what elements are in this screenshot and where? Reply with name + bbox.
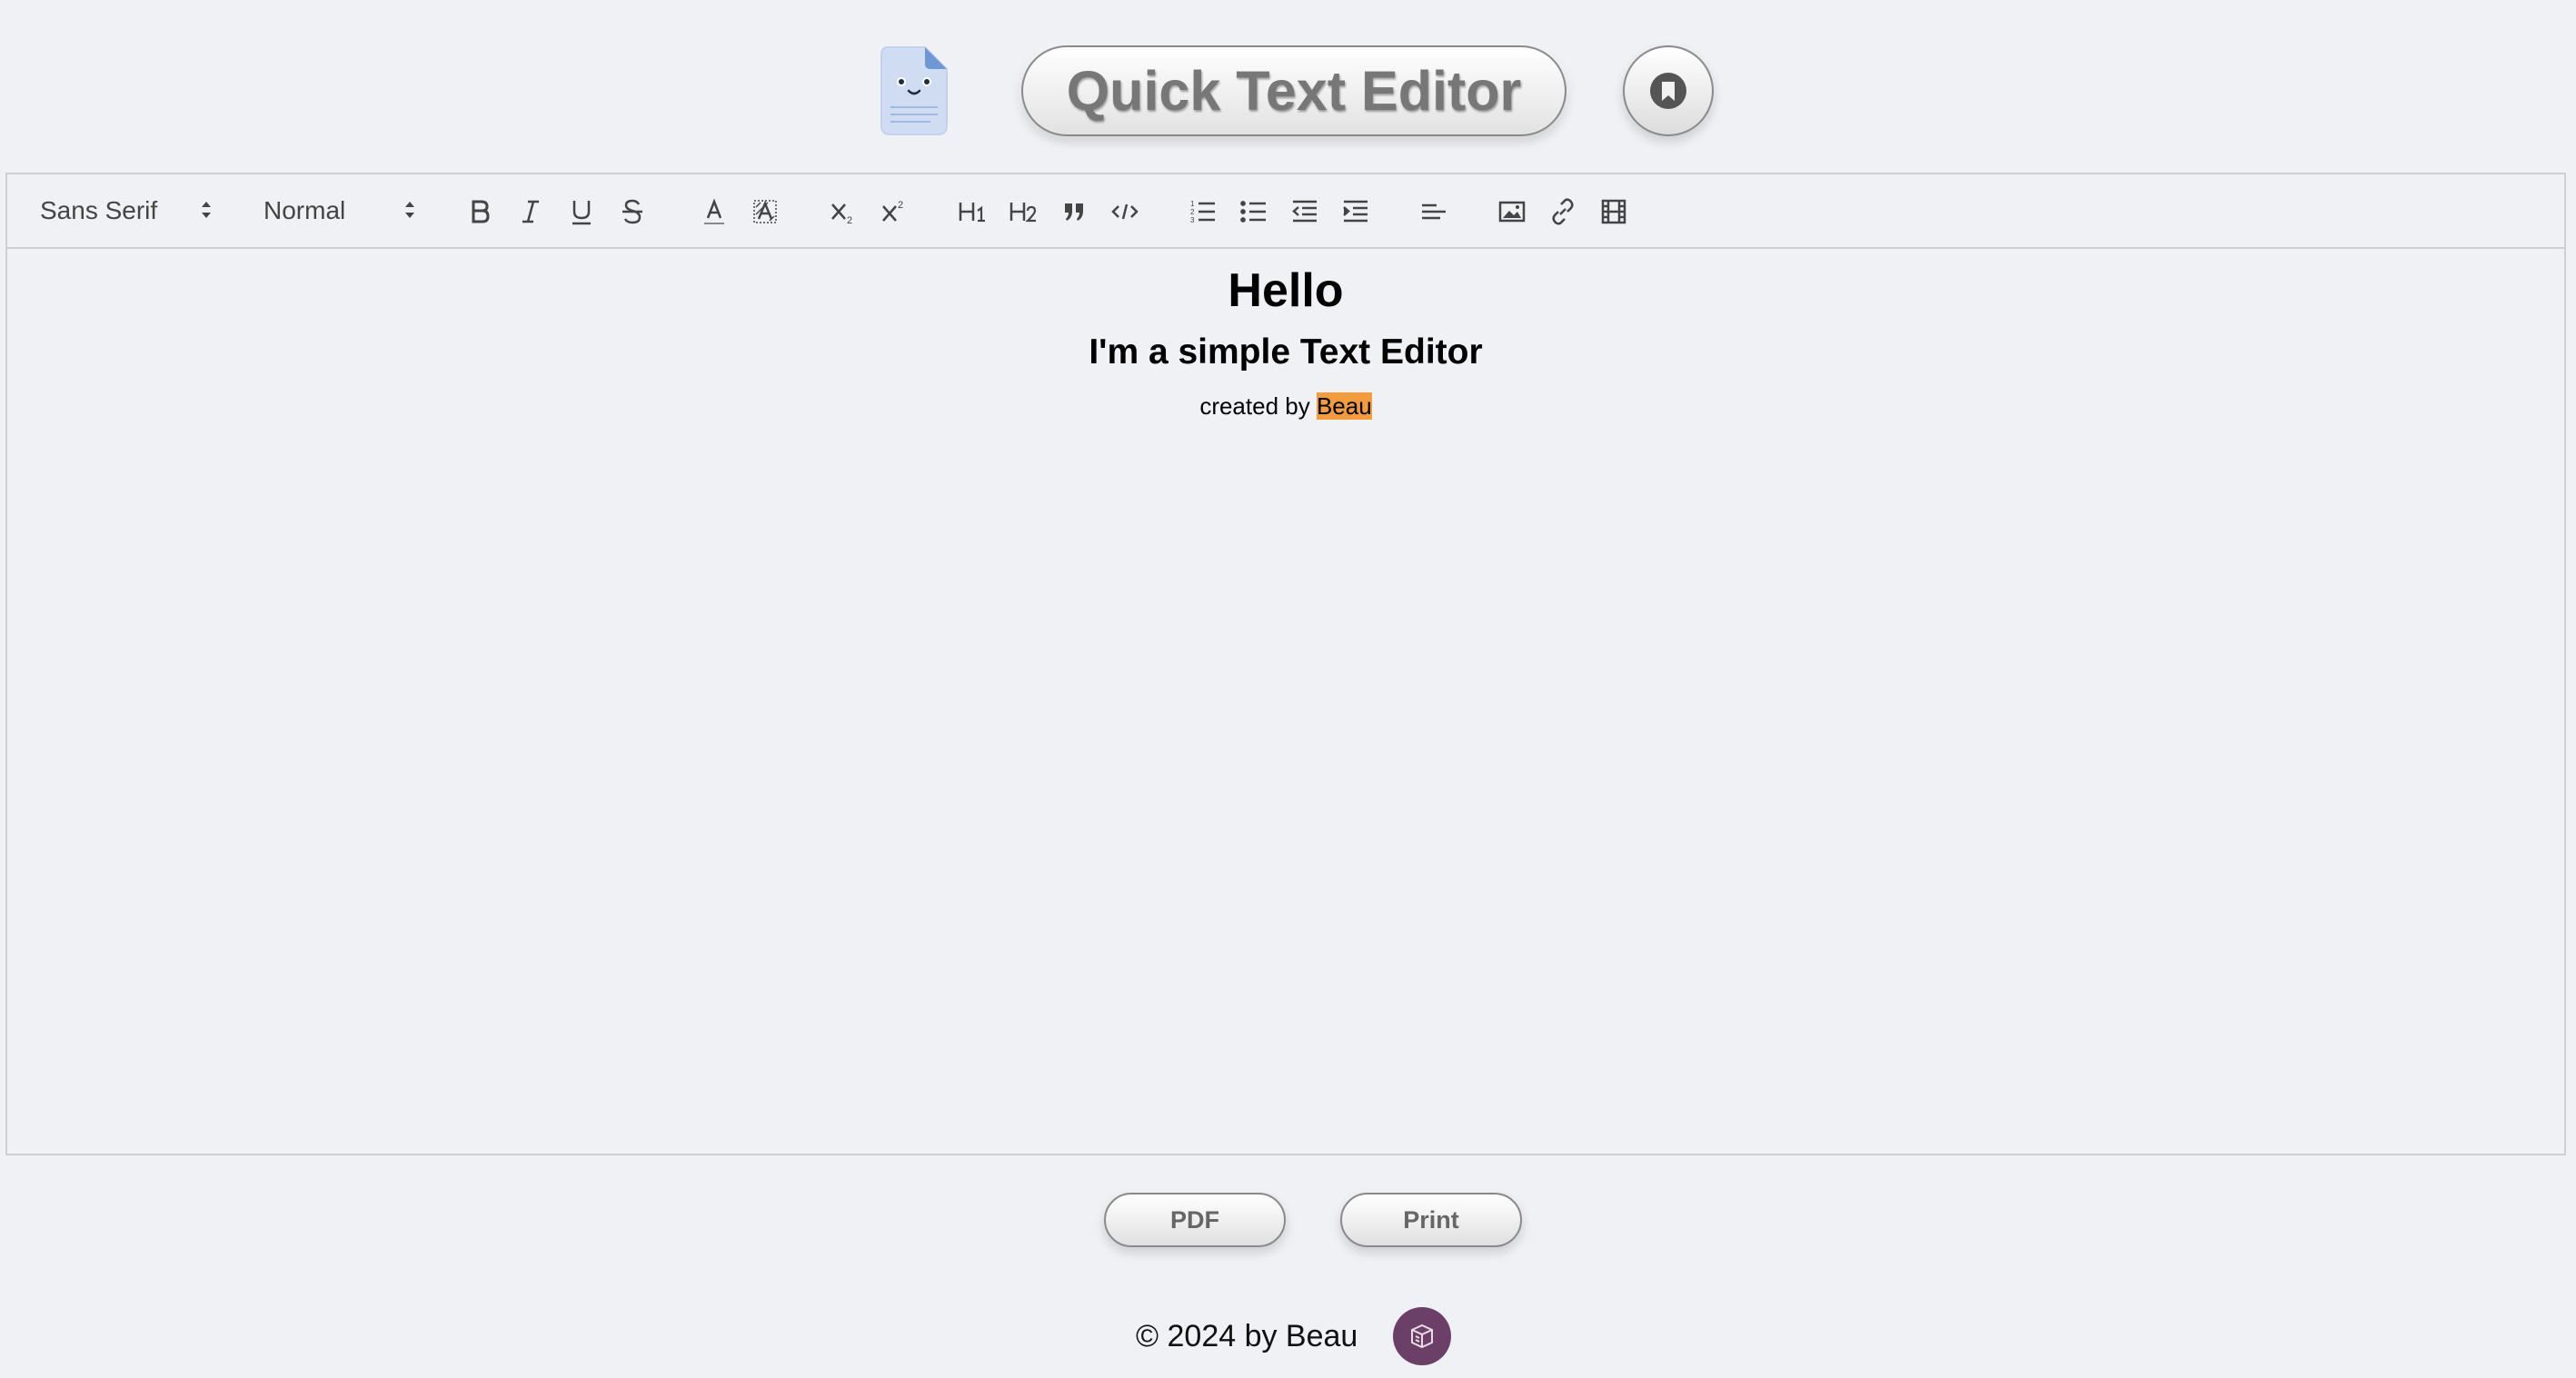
indent-icon — [1343, 200, 1368, 223]
text-color-button[interactable] — [696, 193, 732, 231]
outdent-button[interactable] — [1287, 193, 1323, 231]
svg-text:2: 2 — [1190, 208, 1195, 216]
bold-icon — [472, 200, 490, 223]
strikethrough-button[interactable] — [614, 193, 651, 231]
content-heading2: I'm a simple Text Editor — [1089, 332, 1483, 372]
italic-icon — [522, 200, 539, 223]
svg-text:3: 3 — [1190, 216, 1195, 224]
select-arrows-icon — [202, 202, 211, 218]
blockquote-button[interactable] — [1056, 193, 1092, 231]
heading2-icon — [1010, 203, 1037, 223]
code-block-icon — [1111, 203, 1139, 220]
underline-button[interactable] — [563, 193, 600, 231]
subscript-icon: 2 — [831, 203, 852, 226]
bullet-list-icon — [1240, 201, 1266, 223]
video-icon — [1601, 199, 1626, 224]
superscript-icon: 2 — [882, 200, 903, 222]
font-size-picker[interactable]: Normal — [264, 191, 436, 231]
font-family-label: Sans Serif — [40, 196, 158, 224]
bold-button[interactable] — [462, 193, 498, 231]
app-title-badge: Quick Text Editor — [1021, 45, 1566, 136]
content-paragraph: created by Beau — [7, 392, 2564, 420]
insert-link-button[interactable] — [1545, 193, 1581, 231]
app-title: Quick Text Editor — [1066, 60, 1522, 122]
paragraph-text: created by — [1199, 392, 1317, 420]
document-logo-icon — [878, 45, 950, 136]
select-arrows-icon — [405, 202, 414, 218]
font-family-picker[interactable]: Sans Serif — [40, 191, 231, 231]
link-icon — [1552, 198, 1574, 225]
italic-button[interactable] — [512, 193, 549, 231]
insert-image-button[interactable] — [1494, 193, 1530, 231]
content-heading1: Hello — [1228, 264, 1344, 317]
text-color-icon — [704, 198, 724, 224]
align-left-icon — [1422, 203, 1446, 220]
code-block-button[interactable] — [1107, 193, 1143, 231]
print-button[interactable]: Print — [1340, 1193, 1522, 1247]
svg-text:1: 1 — [1190, 200, 1195, 208]
ordered-list-button[interactable]: 1 2 3 — [1185, 193, 1221, 231]
ordered-list-icon: 1 2 3 — [1190, 200, 1215, 224]
underline-icon — [572, 201, 591, 225]
bookmark-button[interactable] — [1623, 45, 1714, 136]
bullet-list-button[interactable] — [1236, 193, 1272, 231]
editor-content-area[interactable]: Hello I'm a simple Text Editor created b… — [7, 249, 2564, 1154]
strikethrough-icon — [622, 199, 642, 224]
highlighted-author: Beau — [1316, 392, 1372, 420]
font-size-label: Normal — [264, 196, 346, 224]
pdf-button[interactable]: PDF — [1104, 1193, 1286, 1247]
svg-text:2: 2 — [898, 200, 903, 211]
superscript-button[interactable]: 2 — [876, 193, 912, 231]
svg-text:2: 2 — [847, 215, 852, 226]
heading2-button[interactable] — [1005, 193, 1041, 231]
insert-video-button[interactable] — [1596, 193, 1632, 231]
footer-logo-button[interactable] — [1393, 1307, 1451, 1365]
app-header: Quick Text Editor — [0, 0, 2576, 173]
indent-button[interactable] — [1338, 193, 1374, 231]
text-editor: Sans Serif Normal 2 2 1 2 3 Hello I'm a … — [5, 173, 2566, 1155]
outdent-icon — [1292, 200, 1317, 223]
bookmark-icon — [1650, 73, 1686, 109]
heading1-icon — [959, 203, 985, 223]
codepen-logo-icon — [1411, 1323, 1433, 1349]
heading1-button[interactable] — [954, 193, 990, 231]
background-color-icon — [753, 200, 777, 223]
align-button[interactable] — [1416, 193, 1452, 231]
subscript-button[interactable]: 2 — [825, 193, 861, 231]
image-icon — [1498, 201, 1526, 223]
copyright-text: © 2024 by Beau — [1136, 1319, 1358, 1353]
editor-toolbar: Sans Serif Normal 2 2 1 2 3 — [7, 174, 2564, 249]
blockquote-icon — [1065, 203, 1083, 221]
background-color-button[interactable] — [747, 193, 783, 231]
